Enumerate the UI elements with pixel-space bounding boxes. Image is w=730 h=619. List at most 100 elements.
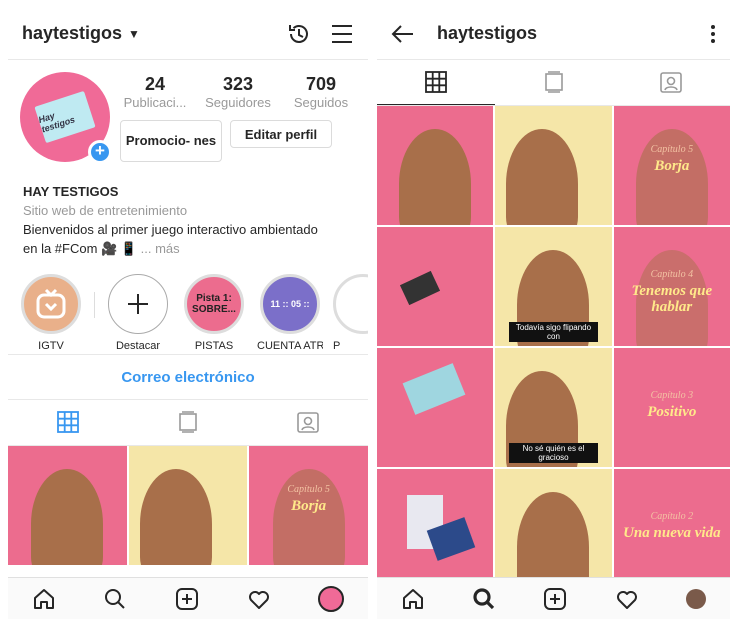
highlight-pistas[interactable]: Pista 1: SOBRE... PISTAS (181, 274, 247, 352)
heart-icon[interactable] (247, 587, 271, 611)
highlight-cover (333, 274, 368, 334)
sculpture-image (140, 469, 213, 565)
post-thumbnail[interactable]: Capítulo 3 Positivo (613, 348, 730, 467)
profile-category: Sitio web de entretenimiento (23, 203, 188, 218)
post-thumbnail[interactable]: Capítulo 2 Una nueva vida (613, 469, 730, 588)
back-arrow-icon[interactable] (391, 24, 415, 44)
profile-stats: 24 Publicaci... 323 Seguidores 709 Segui… (120, 72, 356, 110)
post-thumbnail[interactable]: Capítulo 4 Tenemos que hablar (613, 227, 730, 346)
home-icon[interactable] (401, 587, 425, 611)
story-highlights: IGTV Destacar Pista 1: SOBRE... PISTAS 1… (8, 258, 368, 354)
avatar-logo: Hay testigos (34, 90, 96, 144)
highlight-igtv[interactable]: IGTV (18, 274, 84, 352)
tab-tagged[interactable] (612, 60, 730, 105)
chapter-label: Capítulo 3 (650, 390, 694, 401)
chapter-label: Capítulo 2 (650, 511, 694, 522)
profile-tab-avatar[interactable] (686, 588, 707, 609)
card-photo (402, 363, 466, 415)
tab-tagged[interactable] (248, 400, 368, 445)
post-thumbnail[interactable]: No sé quién es el gracioso (495, 348, 612, 467)
add-story-icon[interactable]: + (88, 140, 112, 164)
email-contact-button[interactable]: Correo electrónico (8, 354, 368, 400)
bio-line: Bienvenidos al primer juego interactivo … (23, 222, 318, 237)
post-thumbnail[interactable] (495, 106, 612, 225)
card-photo (399, 270, 441, 306)
promotions-button[interactable]: Promocio- nes (120, 120, 222, 162)
post-thumbnail[interactable] (377, 227, 494, 346)
post-caption: Capítulo 3 Positivo (614, 388, 730, 420)
followers-stat[interactable]: 323 Seguidores (203, 74, 273, 110)
tab-igtv[interactable] (128, 400, 248, 445)
post-thumbnail[interactable] (128, 446, 248, 565)
heart-icon[interactable] (615, 587, 639, 611)
highlight-cover-text: Pista 1: SOBRE... (192, 293, 236, 315)
post-thumbnail[interactable] (377, 348, 494, 467)
followers-count: 323 (222, 74, 254, 94)
post-thumbnail[interactable] (377, 106, 494, 225)
chapter-title: Borja (291, 498, 327, 514)
menu-icon[interactable] (330, 23, 354, 45)
archive-icon[interactable] (286, 21, 312, 47)
username-switcher[interactable]: haytestigos (22, 23, 122, 44)
bottom-nav (8, 577, 368, 619)
post-caption: Capítulo 4 Tenemos que hablar (614, 267, 730, 315)
feed-username: haytestigos (437, 23, 538, 43)
tab-igtv[interactable] (495, 60, 613, 105)
more-link[interactable]: ... más (141, 241, 180, 256)
feed-header: haytestigos (377, 8, 730, 60)
post-caption: Capítulo 2 Una nueva vida (614, 509, 730, 541)
video-subtitle: Todavía sigo flipando con (509, 322, 598, 342)
post-caption: Capítulo 5 Borja (614, 142, 730, 174)
post-thumbnail[interactable] (495, 469, 612, 588)
post-thumbnail[interactable] (377, 469, 494, 588)
highlight-cuenta[interactable]: 11 :: 05 :: CUENTA ATR... (257, 274, 323, 352)
highlight-cover: 11 :: 05 :: (260, 274, 320, 334)
posts-stat[interactable]: 24 Publicaci... (120, 74, 190, 110)
search-icon[interactable] (103, 587, 127, 611)
edit-profile-button[interactable]: Editar perfil (230, 120, 332, 148)
tab-grid[interactable] (377, 60, 495, 105)
profile-tab-avatar[interactable] (318, 585, 345, 612)
highlight-cover: Pista 1: SOBRE... (184, 274, 244, 334)
highlight-new[interactable]: Destacar (105, 274, 171, 352)
profile-avatar[interactable]: Hay testigos + (20, 72, 112, 164)
tab-grid[interactable] (8, 400, 128, 445)
followers-label: Seguidores (205, 95, 271, 110)
profile-screen: haytestigos ▼ Hay testigos + 24 Publicac… (8, 8, 368, 619)
new-post-icon[interactable] (175, 587, 199, 611)
profile-name: HAY TESTIGOS (23, 184, 119, 199)
post-thumbnail[interactable]: Todavía sigo flipando con (495, 227, 612, 346)
posts-count: 24 (144, 74, 166, 94)
post-thumbnail[interactable] (8, 446, 127, 565)
chapter-title: Positivo (647, 404, 697, 420)
post-thumbnail[interactable]: Capítulo 5 Borja (249, 446, 368, 565)
profile-actions: Promocio- nes Editar perfil (120, 120, 356, 162)
video-subtitle: No sé quién es el gracioso (509, 443, 598, 463)
bottom-nav (377, 577, 730, 619)
grid-icon (424, 71, 447, 93)
chapter-label: Capítulo 5 (650, 144, 694, 155)
chevron-down-icon[interactable]: ▼ (128, 27, 140, 41)
new-post-icon[interactable] (543, 587, 567, 611)
plus-icon (128, 294, 148, 314)
following-stat[interactable]: 709 Seguidos (286, 74, 356, 110)
sculpture-image (505, 129, 578, 225)
igtv-tab-icon (544, 71, 563, 93)
profile-stats-area: 24 Publicaci... 323 Seguidores 709 Segui… (112, 72, 356, 164)
highlight-partial[interactable]: P (333, 274, 368, 352)
home-icon[interactable] (32, 587, 56, 611)
tagged-icon (297, 412, 319, 433)
bio-line: en la #FCom 🎥 📱 (23, 241, 138, 256)
highlight-cover (21, 274, 81, 334)
divider (94, 292, 95, 318)
search-icon[interactable] (472, 587, 496, 611)
sculpture-image (517, 492, 590, 588)
following-label: Seguidos (293, 95, 349, 110)
highlight-label: CUENTA ATR... (257, 340, 323, 352)
profile-header: haytestigos ▼ (8, 8, 368, 60)
igtv-tab-icon (179, 411, 197, 433)
post-thumbnail[interactable]: Capítulo 5 Borja (613, 106, 730, 225)
more-options-icon[interactable] (710, 24, 716, 44)
feed-tabs (377, 60, 730, 106)
chapter-title: Tenemos que hablar (631, 283, 713, 315)
